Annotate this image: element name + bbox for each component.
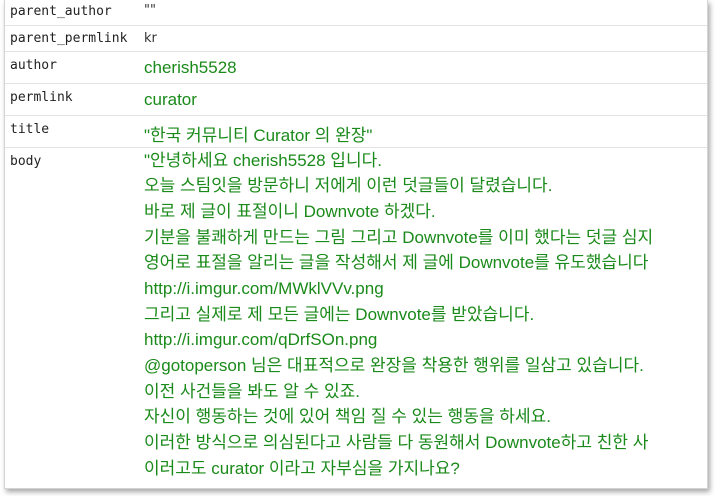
- post-data-panel: parent_author "" parent_permlink kr auth…: [4, 0, 708, 489]
- body-link[interactable]: http://i.imgur.com/MWklVVv.png: [144, 276, 707, 302]
- body-line: 이전 사건들을 봐도 알 수 있죠.: [144, 381, 361, 401]
- row-title: title "한국 커뮤니티 Curator 의 완장": [5, 114, 707, 147]
- key-permlink: permlink: [5, 82, 138, 115]
- body-line: 자신이 행동하는 것에 있어 책임 질 수 있는 행동을 하세요.: [144, 407, 551, 427]
- key-body: body: [5, 146, 138, 482]
- key-parent-author: parent_author: [10, 4, 112, 19]
- row-permlink: permlink curator: [5, 82, 707, 115]
- key-title: title: [5, 114, 138, 147]
- body-line: 이러한 방식으로 의심된다고 사람들 다 동원해서 Downvote하고 친한 …: [144, 433, 649, 453]
- body-line: 오늘 스팀잇을 방문하니 저에게 이런 덧글들이 달렸습니다.: [144, 176, 553, 196]
- row-author: author cherish5528: [5, 50, 707, 83]
- key-author: author: [5, 50, 138, 83]
- post-data-table: parent_author "" parent_permlink kr auth…: [5, 0, 707, 482]
- body-line: 기분을 불쾌하게 만드는 그림 그리고 Downvote를 이미 했다는 덧글 …: [144, 227, 654, 247]
- body-link[interactable]: http://i.imgur.com/qDrfSOn.png: [144, 327, 707, 353]
- value-parent-author: "": [144, 3, 156, 18]
- body-line: 바로 제 글이 표절이니 Downvote 하겠다.: [144, 201, 436, 221]
- body-line: 그리고 실제로 제 모든 글에는 Downvote를 받았습니다.: [144, 304, 535, 324]
- body-line: @gotoperson 님은 대표적으로 완장을 착용한 행위를 일삼고 있습니…: [144, 356, 644, 375]
- value-title: "한국 커뮤니티 Curator 의 완장": [138, 114, 707, 147]
- value-permlink: curator: [138, 82, 707, 115]
- row-body: body "안녕하세요 cherish5528 입니다. 오늘 스팀잇을 방문하…: [5, 146, 707, 482]
- key-parent-permlink: parent_permlink: [5, 24, 138, 51]
- value-parent-permlink: kr: [138, 24, 707, 51]
- row-parent-permlink: parent_permlink kr: [5, 24, 707, 51]
- body-line: "안녕하세요 cherish5528 입니다.: [144, 150, 382, 170]
- value-author: cherish5528: [138, 50, 707, 83]
- body-line: 이러고도 curator 이라고 자부심을 가지나요?: [144, 458, 460, 478]
- value-body: "안녕하세요 cherish5528 입니다. 오늘 스팀잇을 방문하니 저에게…: [138, 146, 707, 482]
- row-parent-author: parent_author "": [5, 0, 707, 25]
- body-line: 영어로 표절을 알리는 글을 작성해서 제 글에 Downvote를 유도했습니…: [144, 253, 649, 273]
